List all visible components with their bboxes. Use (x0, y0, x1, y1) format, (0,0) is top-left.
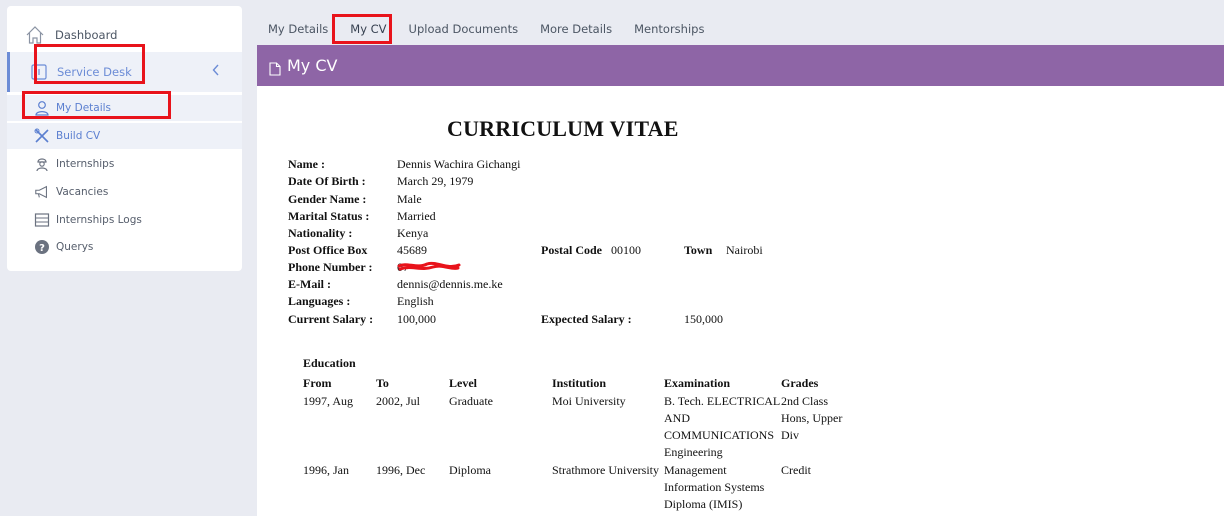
sidebar-item-label: Service Desk (57, 65, 132, 79)
edu-cell-grades: Hons, Upper (781, 411, 843, 425)
education-title: Education (303, 356, 356, 370)
edu-cell-level: Diploma (449, 463, 491, 477)
field-value: Kenya (397, 226, 429, 240)
sidebar-item-querys[interactable]: ? Querys (7, 234, 242, 260)
sidebar-item-internships[interactable]: Internships (7, 151, 242, 177)
edu-cell-exam: Management (664, 463, 727, 477)
edu-cell-grades: Credit (781, 463, 811, 477)
field-label: Gender Name : (288, 192, 367, 206)
sidebar-item-label: Build CV (56, 130, 101, 142)
sidebar-item-service-desk[interactable]: Service Desk (7, 52, 242, 92)
edu-cell-grades: 2nd Class (781, 394, 829, 408)
megaphone-icon (34, 184, 50, 200)
edu-cell-grades: Div (781, 428, 799, 442)
field-value: 00100 (611, 243, 641, 257)
sidebar-item-build-cv[interactable]: Build CV (7, 123, 242, 149)
edu-cell-to: 2002, Jul (376, 394, 421, 408)
desk-icon (30, 63, 48, 81)
tools-icon (34, 128, 50, 144)
field-value: March 29, 1979 (397, 174, 474, 188)
edu-header-to: To (376, 376, 389, 390)
field-value: 100,000 (397, 312, 436, 326)
field-label: Post Office Box (288, 243, 368, 257)
tab-upload-documents[interactable]: Upload Documents (398, 14, 530, 44)
tab-more-details[interactable]: More Details (529, 14, 623, 44)
edu-header-from: From (303, 376, 332, 390)
cv-title: CURRICULUM VITAE (447, 116, 679, 141)
edu-cell-from: 1997, Aug (303, 394, 354, 408)
edu-header-institution: Institution (552, 376, 607, 390)
field-label: Postal Code (541, 243, 602, 257)
edu-cell-to: 1996, Dec (376, 463, 426, 477)
edu-header-examination: Examination (664, 376, 731, 390)
edu-header-grades: Grades (781, 376, 819, 390)
user-icon (34, 100, 50, 116)
sidebar: Dashboard Service Desk My Details Build … (7, 6, 242, 271)
edu-cell-level: Graduate (449, 394, 493, 408)
field-label: E-Mail : (288, 277, 331, 291)
edu-cell-exam: AND (664, 411, 690, 425)
field-value: 45689 (397, 243, 427, 257)
edu-cell-from: 1996, Jan (303, 463, 349, 477)
field-label: Expected Salary : (541, 312, 632, 326)
redaction-scribble (397, 261, 461, 271)
edu-cell-exam: B. Tech. ELECTRICAL (664, 394, 781, 408)
sidebar-item-label: Internships (56, 158, 115, 170)
field-label: Marital Status : (288, 209, 370, 223)
field-value: English (397, 294, 434, 308)
worker-icon (34, 156, 50, 172)
edu-cell-exam: COMMUNICATIONS (664, 428, 775, 442)
cv-row-address: Post Office Box 45689 Postal Code 00100 … (288, 243, 888, 260)
document-icon (269, 61, 281, 76)
edu-cell-exam: Engineering (664, 445, 723, 459)
home-icon (25, 25, 45, 45)
field-label: Nationality : (288, 226, 353, 240)
tab-bar: My Details My CV Upload Documents More D… (257, 14, 715, 44)
field-value: Male (397, 192, 422, 206)
question-icon: ? (34, 239, 50, 255)
panel-header: My CV (257, 45, 1224, 86)
chevron-left-icon[interactable] (212, 64, 220, 80)
tab-my-details[interactable]: My Details (257, 14, 339, 44)
field-label: Name : (288, 157, 325, 171)
field-label: Languages : (288, 294, 351, 308)
edu-cell-institution: Strathmore University (552, 463, 659, 477)
tab-my-cv[interactable]: My CV (339, 14, 397, 44)
field-label: Town (684, 243, 713, 257)
field-value: Dennis Wachira Gichangi (397, 157, 521, 171)
svg-text:?: ? (39, 243, 45, 254)
field-value: 150,000 (684, 312, 723, 326)
field-value: dennis@dennis.me.ke (397, 277, 503, 291)
sidebar-item-vacancies[interactable]: Vacancies (7, 179, 242, 205)
field-label: Date Of Birth : (288, 174, 366, 188)
edu-header-level: Level (449, 376, 477, 390)
panel-title: My CV (287, 56, 338, 75)
tab-mentorships[interactable]: Mentorships (623, 14, 715, 44)
sidebar-item-label: Querys (56, 241, 94, 253)
sidebar-item-label: Vacancies (56, 186, 109, 198)
cv-row-phone: Phone Number : 07 (288, 260, 588, 277)
sidebar-item-dashboard[interactable]: Dashboard (7, 22, 242, 48)
sidebar-item-label: My Details (56, 102, 112, 114)
edu-cell-exam: Diploma (IMIS) (664, 497, 743, 511)
field-label: Phone Number : (288, 260, 373, 274)
field-value: Married (397, 209, 436, 223)
sidebar-item-label: Internships Logs (56, 214, 142, 226)
sidebar-item-label: Dashboard (55, 28, 118, 42)
sidebar-item-internships-logs[interactable]: Internships Logs (7, 207, 242, 233)
edu-cell-institution: Moi University (552, 394, 626, 408)
field-value: Nairobi (726, 243, 763, 257)
sidebar-item-my-details[interactable]: My Details (7, 95, 242, 121)
cv-document: CURRICULUM VITAE Name : Dennis Wachira G… (257, 86, 1224, 516)
cv-row-salary: Current Salary : 100,000 Expected Salary… (288, 312, 888, 329)
table-icon (34, 212, 50, 228)
edu-cell-exam: Information Systems (664, 480, 765, 494)
field-label: Current Salary : (288, 312, 374, 326)
